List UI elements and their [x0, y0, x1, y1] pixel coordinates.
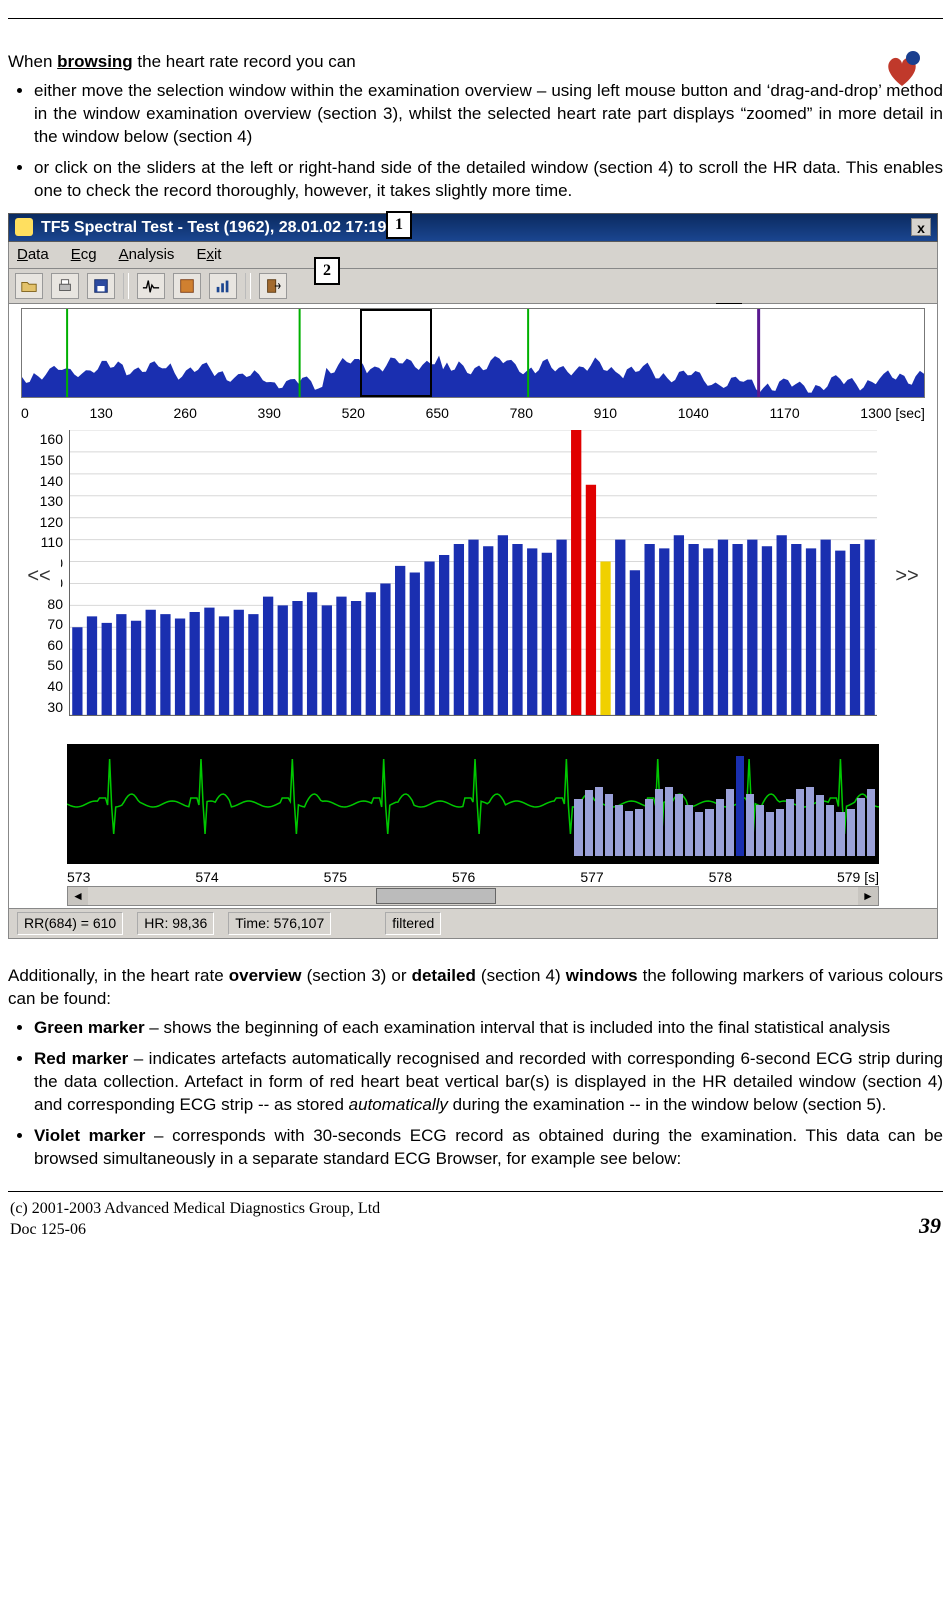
- callout-2: 2: [314, 257, 340, 285]
- ecg-strip-pane: 573 574 575 576 577 578 579 [s] ◄ ►: [8, 744, 938, 908]
- marker-item: Red marker – indicates artefacts automat…: [34, 1048, 943, 1117]
- status-rr: RR(684) = 610: [17, 912, 123, 935]
- top-bullet-list: either move the selection window within …: [34, 80, 943, 203]
- tick: 140: [27, 472, 63, 491]
- marker-item: Violet marker – corresponds with 30-seco…: [34, 1125, 943, 1171]
- intro-prefix: When: [8, 52, 57, 71]
- intro-paragraph: When browsing the heart rate record you …: [8, 51, 943, 74]
- scroll-thumb[interactable]: [376, 888, 496, 904]
- tick: 260: [174, 404, 197, 423]
- statusbar: RR(684) = 610 HR: 98,36 Time: 576,107 fi…: [8, 908, 938, 939]
- tick: 573: [67, 868, 90, 887]
- intro-browsing: browsing: [57, 52, 133, 71]
- tick: 150: [27, 451, 63, 470]
- status-time: Time: 576,107: [228, 912, 331, 935]
- tick: 40: [27, 677, 63, 696]
- detailed-plot[interactable]: [69, 430, 877, 716]
- save-icon[interactable]: [87, 273, 115, 299]
- tick: 578: [709, 868, 732, 887]
- menu-exit[interactable]: ExitExit: [196, 245, 221, 265]
- ecg-scrollbar[interactable]: ◄ ►: [67, 886, 879, 906]
- tick: 120: [27, 513, 63, 532]
- page-footer: (c) 2001-2003 Advanced Medical Diagnosti…: [8, 1192, 943, 1257]
- tick: 130: [27, 492, 63, 511]
- waveform-icon[interactable]: [137, 273, 165, 299]
- footer-copyright: (c) 2001-2003 Advanced Medical Diagnosti…: [10, 1198, 380, 1220]
- scroll-arrow-left-icon[interactable]: ◄: [68, 887, 88, 905]
- overview-plot[interactable]: [21, 308, 925, 398]
- tick: 650: [426, 404, 449, 423]
- tick: 1170: [770, 404, 800, 423]
- tick: 1040: [678, 404, 709, 423]
- overview-pane: 0 130 260 390 520 650 780 910 1040 1170 …: [8, 304, 938, 424]
- tick: 30: [27, 698, 63, 717]
- chart-icon[interactable]: [209, 273, 237, 299]
- bullet-item: either move the selection window within …: [34, 80, 943, 149]
- tick: 575: [324, 868, 347, 887]
- scroll-right-button[interactable]: >>: [885, 554, 929, 598]
- bullet-item: or click on the sliders at the left or r…: [34, 157, 943, 203]
- tick: 520: [342, 404, 365, 423]
- menu-data[interactable]: DDataata: [17, 245, 49, 265]
- open-icon[interactable]: [15, 273, 43, 299]
- markers-intro: Additionally, in the heart rate overview…: [8, 965, 943, 1011]
- ecg-x-axis: 573 574 575 576 577 578 579 [s]: [67, 868, 879, 887]
- page-number: 39: [919, 1211, 941, 1241]
- marker-item: Green marker – shows the beginning of ea…: [34, 1017, 943, 1040]
- intro-suffix: the heart rate record you can: [133, 52, 356, 71]
- menu-analysis[interactable]: AnalysisAnalysis: [119, 245, 175, 265]
- overview-x-axis: 0 130 260 390 520 650 780 910 1040 1170 …: [21, 404, 925, 423]
- toolbar-separator: [245, 273, 251, 299]
- status-mode: filtered: [385, 912, 441, 935]
- tick: 160: [27, 430, 63, 449]
- tick: 1300 [sec]: [860, 404, 925, 423]
- grid-icon[interactable]: [173, 273, 201, 299]
- close-button[interactable]: x: [911, 218, 931, 236]
- print-icon[interactable]: [51, 273, 79, 299]
- titlebar: TF5 Spectral Test - Test (1962), 28.01.0…: [8, 213, 938, 243]
- tick: 70: [27, 615, 63, 634]
- scroll-left-button[interactable]: <<: [17, 554, 61, 598]
- tick: 0: [21, 404, 29, 423]
- footer-doc-id: Doc 125-06: [10, 1219, 380, 1241]
- menu-ecg[interactable]: EcgEcg: [71, 245, 97, 265]
- tick: 576: [452, 868, 475, 887]
- window-title: TF5 Spectral Test - Test (1962), 28.01.0…: [41, 217, 409, 239]
- tick: 579 [s]: [837, 868, 879, 887]
- tick: 130: [89, 404, 112, 423]
- tick: 780: [510, 404, 533, 423]
- toolbar: [8, 268, 938, 304]
- tick: 110: [27, 533, 63, 552]
- toolbar-separator: [123, 273, 129, 299]
- tick: 910: [594, 404, 617, 423]
- door-exit-icon[interactable]: [259, 273, 287, 299]
- tick: 390: [258, 404, 281, 423]
- ecg-plot[interactable]: [67, 744, 879, 864]
- scroll-arrow-right-icon[interactable]: ►: [858, 887, 878, 905]
- status-hr: HR: 98,36: [137, 912, 214, 935]
- markers-list: Green marker – shows the beginning of ea…: [34, 1017, 943, 1171]
- detailed-pane: 160 150 140 130 120 110 100 90 80 70 60 …: [8, 424, 938, 744]
- tick: 60: [27, 636, 63, 655]
- tick: 50: [27, 656, 63, 675]
- menubar: DDataata EcgEcg AnalysisAnalysis ExitExi…: [8, 242, 938, 268]
- callout-1: 1: [386, 211, 412, 239]
- app-icon: [15, 218, 33, 236]
- app-window: 1 2 3 4 5 & 6 TF5 Spectral Test - Test (…: [8, 213, 938, 940]
- selection-box[interactable]: [360, 309, 432, 397]
- tick: 574: [195, 868, 218, 887]
- rr-bars: [570, 752, 879, 856]
- tick: 577: [580, 868, 603, 887]
